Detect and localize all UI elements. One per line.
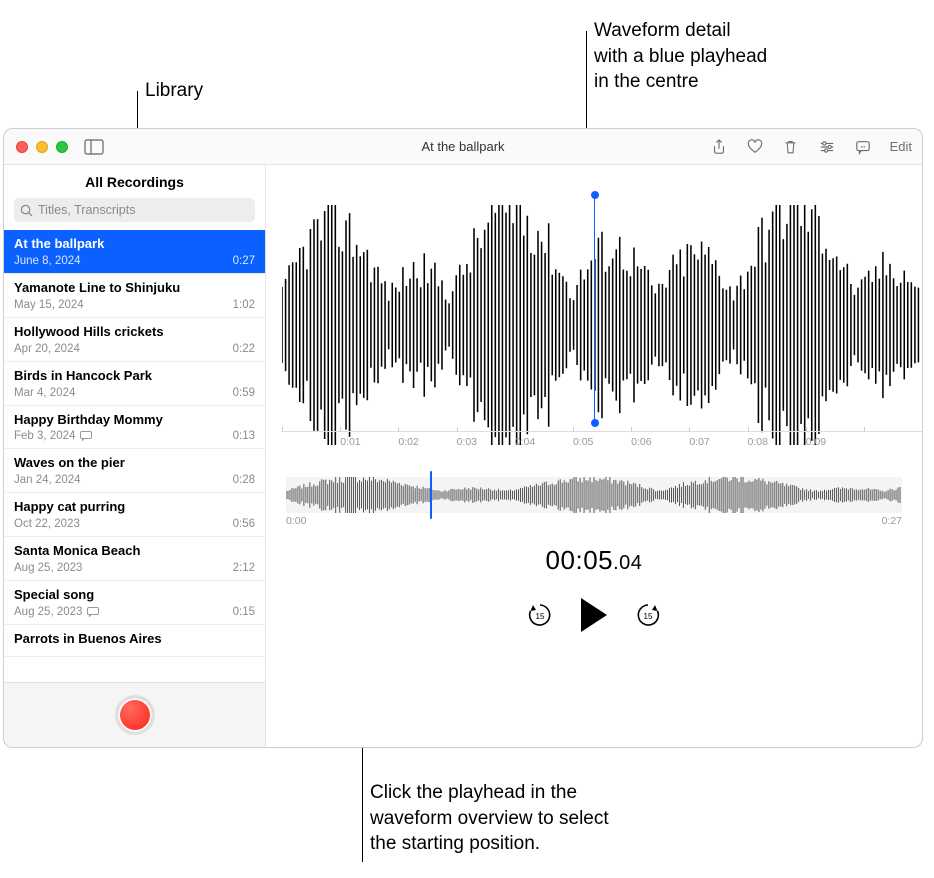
svg-text:15: 15 <box>536 612 545 621</box>
waveform-overview[interactable] <box>286 477 902 513</box>
recording-date: Aug 25, 2023 <box>14 562 82 574</box>
fullscreen-window-button[interactable] <box>56 141 68 153</box>
list-item[interactable]: Yamanote Line to Shinjuku May 15, 2024 1:0… <box>4 274 265 318</box>
minimize-window-button[interactable] <box>36 141 48 153</box>
share-icon[interactable] <box>710 138 728 156</box>
overview-playhead[interactable] <box>430 471 432 519</box>
tick: 0:09 <box>806 432 864 455</box>
trash-icon[interactable] <box>782 138 800 156</box>
close-window-button[interactable] <box>16 141 28 153</box>
search-placeholder: Titles, Transcripts <box>38 203 135 217</box>
toolbar-right: ••• Edit <box>710 138 912 156</box>
recording-title: Hollywood Hills crickets <box>14 324 255 341</box>
recording-date: June 8, 2024 <box>14 255 81 267</box>
tick: 0:08 <box>748 432 806 455</box>
recording-title: Birds in Hancock Park <box>14 368 255 385</box>
recording-duration: 0:59 <box>233 387 255 399</box>
recording-title: Santa Monica Beach <box>14 543 255 560</box>
svg-text:•••: ••• <box>860 144 865 149</box>
sidebar-header: All Recordings <box>4 165 265 198</box>
callout-library: Library <box>145 78 203 104</box>
list-item[interactable]: Hollywood Hills crickets Apr 20, 2024 0:22 <box>4 318 265 362</box>
titlebar: At the ballpark <box>4 129 922 165</box>
recording-duration: 2:12 <box>233 562 255 574</box>
recording-title: Happy cat purring <box>14 499 255 516</box>
recording-title: Yamanote Line to Shinjuku <box>14 280 255 297</box>
transcript-badge-icon <box>80 431 92 441</box>
skip-back-button[interactable]: 15 <box>527 602 553 628</box>
search-input[interactable]: Titles, Transcripts <box>14 198 255 222</box>
recording-date: Jan 24, 2024 <box>14 474 81 486</box>
overview-end: 0:27 <box>882 515 902 527</box>
transcript-badge-icon <box>87 607 99 617</box>
recording-title: Happy Birthday Mommy <box>14 412 255 429</box>
skip-forward-button[interactable]: 15 <box>635 602 661 628</box>
recording-duration: 0:56 <box>233 518 255 530</box>
recording-date: Mar 4, 2024 <box>14 387 75 399</box>
tick <box>282 432 340 455</box>
tick: 0:03 <box>457 432 515 455</box>
toggle-sidebar-button[interactable] <box>84 139 104 155</box>
list-item[interactable]: At the ballpark June 8, 2024 0:27 <box>4 230 265 274</box>
overview-times: 0:00 0:27 <box>286 515 902 527</box>
recording-duration: 0:22 <box>233 343 255 355</box>
tick: 0:06 <box>631 432 689 455</box>
recording-duration: 0:28 <box>233 474 255 486</box>
recording-duration: 0:27 <box>233 255 255 267</box>
recording-duration: 1:02 <box>233 299 255 311</box>
callout-overview-hint: Click the playhead in the waveform overv… <box>370 780 609 857</box>
tick: 0:01 <box>340 432 398 455</box>
app-window: At the ballpark <box>3 128 923 748</box>
time-axis: 0:010:020:030:040:050:060:070:080:09 <box>282 431 922 455</box>
record-row <box>4 682 265 747</box>
favorite-icon[interactable] <box>746 138 764 156</box>
list-item[interactable]: Parrots in Buenos Aires <box>4 625 265 657</box>
playback-controls: 15 15 <box>266 598 922 632</box>
record-button[interactable] <box>115 695 155 735</box>
search-icon <box>20 204 33 217</box>
list-item[interactable]: Special song Aug 25, 2023 0:15 <box>4 581 265 625</box>
tick: 0:04 <box>515 432 573 455</box>
list-item[interactable]: Birds in Hancock Park Mar 4, 2024 0:59 <box>4 362 265 406</box>
waveform-detail[interactable]: 0:010:020:030:040:050:060:070:080:09 <box>266 165 922 465</box>
recording-date: Oct 22, 2023 <box>14 518 80 530</box>
overview-start: 0:00 <box>286 515 306 527</box>
callout-waveform-detail: Waveform detail with a blue playhead in … <box>594 18 767 95</box>
tick: 0:02 <box>398 432 456 455</box>
sidebar: All Recordings Titles, Transcripts At th… <box>4 165 266 747</box>
recording-title: Waves on the pier <box>14 455 255 472</box>
recording-title: Special song <box>14 587 255 604</box>
recording-date: May 15, 2024 <box>14 299 84 311</box>
recording-title: At the ballpark <box>14 236 255 253</box>
svg-text:15: 15 <box>644 612 653 621</box>
tick: 0:05 <box>573 432 631 455</box>
recording-duration: 0:15 <box>233 606 255 618</box>
recording-date: Aug 25, 2023 <box>14 606 82 618</box>
recording-date: Feb 3, 2024 <box>14 430 75 442</box>
tick <box>864 432 922 455</box>
recording-date: Apr 20, 2024 <box>14 343 80 355</box>
play-button[interactable] <box>581 598 607 632</box>
recording-duration: 0:13 <box>233 430 255 442</box>
recordings-list[interactable]: At the ballpark June 8, 2024 0:27 Yamanote … <box>4 230 265 682</box>
recording-title: Parrots in Buenos Aires <box>14 631 255 648</box>
time-display: 00:05.04 <box>266 545 922 576</box>
list-item[interactable]: Waves on the pier Jan 24, 2024 0:28 <box>4 449 265 493</box>
playhead[interactable] <box>594 195 595 423</box>
list-item[interactable]: Happy Birthday MommyFeb 3, 2024 0:13 <box>4 406 265 450</box>
main-area: 0:010:020:030:040:050:060:070:080:09 0:0… <box>266 165 922 747</box>
traffic-lights <box>4 141 68 153</box>
settings-sliders-icon[interactable] <box>818 138 836 156</box>
edit-button[interactable]: Edit <box>890 139 912 154</box>
list-item[interactable]: Happy cat purring Oct 22, 2023 0:56 <box>4 493 265 537</box>
list-item[interactable]: Santa Monica Beach Aug 25, 2023 2:12 <box>4 537 265 581</box>
tick: 0:07 <box>689 432 747 455</box>
transcript-icon[interactable]: ••• <box>854 138 872 156</box>
